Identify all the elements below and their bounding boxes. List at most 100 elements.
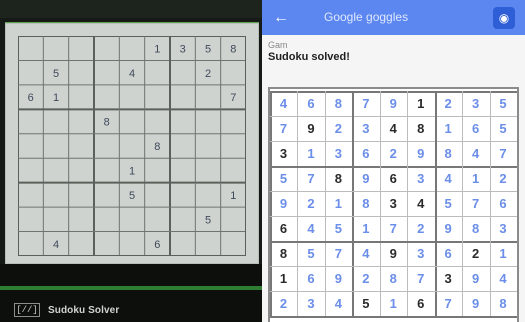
solution-cell: 3: [444, 271, 452, 286]
paper-digit: 4: [129, 68, 135, 80]
paper-digit: 4: [53, 239, 59, 251]
solution-cell: 6: [499, 196, 507, 211]
solution-grid-vline: [517, 91, 519, 316]
solution-cell: 7: [444, 296, 452, 311]
solution-cell: 2: [362, 271, 370, 286]
solution-cell: 9: [307, 121, 315, 136]
back-arrow-icon[interactable]: ←: [270, 9, 292, 27]
results-header: Gam Sudoku solved!: [268, 40, 518, 68]
sudoku-camera-icon: [//]: [14, 303, 40, 317]
solution-cell: 7: [334, 246, 342, 261]
solution-cell: 5: [334, 221, 342, 236]
solution-cell: 7: [307, 171, 315, 186]
solution-cell: 6: [307, 96, 315, 111]
paper-digit: 8: [104, 117, 110, 129]
solution-cell: 5: [444, 196, 452, 211]
solution-cell: 3: [471, 96, 480, 111]
solution-cell: 1: [417, 96, 425, 111]
solution-cell: 1: [307, 146, 315, 161]
solution-cell: 8: [334, 171, 342, 186]
solution-cell: 6: [444, 246, 452, 261]
paper-digit: 8: [230, 43, 236, 55]
solution-cell: 8: [362, 196, 370, 211]
results-title: Sudoku solved!: [268, 51, 350, 63]
paper-digit: 1: [230, 190, 236, 202]
solution-cell: 8: [499, 296, 507, 311]
paper-digit: 2: [205, 68, 211, 80]
solution-cell: 5: [499, 96, 507, 111]
paper-digit: 8: [154, 141, 160, 153]
solution-cell: 7: [362, 96, 370, 111]
solution-cell: 9: [471, 271, 480, 286]
solution-cell: 7: [499, 146, 507, 161]
solution-cell: 4: [389, 121, 397, 136]
paper-digit: 7: [230, 92, 236, 104]
solution-cell: 2: [417, 221, 425, 236]
camera-bottom-highlight: [0, 286, 262, 290]
paper-digit: 1: [53, 92, 59, 104]
solution-cell: 4: [417, 196, 425, 211]
solution-cell: 5: [499, 121, 507, 136]
solution-cell: 3: [279, 146, 288, 161]
solution-cell: 3: [499, 221, 507, 236]
solution-cell: 7: [389, 221, 397, 236]
app-label-bar: [//] Sudoku Solver: [0, 298, 262, 322]
solution-cell: 9: [471, 296, 480, 311]
results-panel: ← Google goggles ◉ Gam Sudoku solved! 4 6…: [262, 0, 525, 322]
solution-cell: 8: [444, 146, 452, 161]
paper-sudoku-grid: 1 3 5 8 5 4 2 6 1 7 8 8 1 5 1 5 4 6: [18, 36, 246, 256]
paper-digit: 6: [154, 239, 160, 251]
top-app-bar: ← Google goggles ◉: [262, 0, 525, 35]
solution-cell: 8: [334, 96, 342, 111]
solution-cell: 6: [307, 271, 315, 286]
solution-cell: 9: [389, 246, 397, 261]
solution-cell: 8: [471, 221, 480, 236]
camera-top-strip: [0, 0, 262, 18]
solution-cell: 4: [334, 296, 342, 311]
solution-cell: 2: [444, 96, 452, 111]
paper-digit: 5: [205, 214, 211, 226]
solution-cell: 6: [417, 296, 425, 311]
solution-cell: 4: [279, 96, 288, 111]
solution-cell: 4: [362, 246, 370, 261]
solution-cell: 8: [279, 246, 288, 261]
paper-digit: 3: [180, 43, 186, 55]
solution-cell: 3: [417, 246, 425, 261]
solution-cell: 1: [471, 171, 480, 186]
solution-cell: 1: [389, 296, 397, 311]
solution-grid: 4 6 8 7 9 1 2 3 5 7 9 2 3 4 8 1 6 5 3 1 3 6 2 9 8 4 7 5 7 8 9 6 3 4 1 2 9 2 1 8…: [270, 89, 519, 322]
solution-cell: 9: [389, 96, 397, 111]
solution-cell: 9: [444, 221, 452, 236]
solution-cell: 7: [417, 271, 425, 286]
solution-cell: 2: [389, 146, 397, 161]
solution-cell: 3: [307, 296, 315, 311]
solution-cell: 8: [389, 271, 397, 286]
results-label: Gam: [268, 40, 288, 50]
solution-cell: 3: [334, 146, 342, 161]
solution-cell: 8: [417, 121, 425, 136]
solution-cell: 4: [444, 171, 452, 186]
app-label-text: Sudoku Solver: [48, 304, 120, 316]
paper-digit: 5: [205, 43, 211, 55]
solution-cell: 6: [471, 121, 480, 136]
camera-icon[interactable]: ◉: [493, 7, 515, 29]
solution-cell: 4: [471, 146, 480, 161]
solution-grid-hline: [270, 316, 517, 318]
solution-card: 4 6 8 7 9 1 2 3 5 7 9 2 3 4 8 1 6 5 3 1 3 6 2 9 8 4 7 5 7 8 9 6 3 4 1 2 9 2 1 8…: [268, 87, 519, 322]
solution-cell: 7: [279, 121, 288, 136]
solution-cell: 3: [389, 196, 397, 211]
solution-cell: 1: [279, 271, 288, 286]
paper-digit: 1: [154, 43, 160, 55]
solution-cell: 2: [471, 246, 480, 261]
solution-cell: 1: [444, 121, 452, 136]
solution-cell: 5: [307, 246, 315, 261]
solution-cell: 6: [362, 146, 370, 161]
paper-digit: 6: [28, 92, 34, 104]
solution-cell: 6: [389, 171, 397, 186]
app-title: Google goggles: [324, 10, 409, 24]
paper-digit: 1: [129, 166, 135, 178]
solution-cell: 1: [499, 246, 507, 261]
solution-cell: 2: [334, 121, 342, 136]
solution-cell: 9: [362, 171, 370, 186]
solution-cell: 6: [279, 221, 288, 236]
